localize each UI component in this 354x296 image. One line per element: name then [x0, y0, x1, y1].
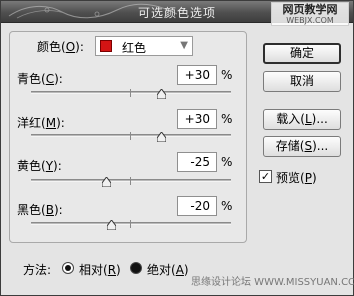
- preview-label: 预览(P): [276, 171, 317, 185]
- preview-checkbox[interactable]: ✓: [259, 170, 272, 183]
- yellow-percent-unit: %: [221, 155, 233, 169]
- black-slider-center-tick: [130, 220, 131, 228]
- relative-label: 相对(R): [79, 263, 121, 277]
- black-percent-unit: %: [221, 199, 233, 213]
- relative-radio[interactable]: [62, 262, 74, 274]
- cyan-value-input[interactable]: +30: [177, 65, 217, 85]
- magenta-percent-unit: %: [221, 112, 233, 126]
- absolute-radio[interactable]: [130, 262, 142, 274]
- load-button[interactable]: 载入(L)...: [263, 109, 341, 130]
- black-slider[interactable]: [31, 220, 231, 230]
- selective-color-dialog: 可选颜色选项 网页教学网 WEBJX.COM 颜色(O): 红色 ▼ 青色(C)…: [0, 0, 354, 296]
- cancel-button[interactable]: 取消: [263, 71, 341, 92]
- checkmark-icon: ✓: [260, 170, 271, 183]
- magenta-slider[interactable]: [31, 132, 231, 142]
- cyan-slider-thumb-icon[interactable]: [157, 89, 166, 99]
- yellow-slider-thumb-icon[interactable]: [102, 177, 111, 187]
- absolute-label: 绝对(A): [147, 263, 189, 277]
- yellow-slider-center-tick: [130, 177, 131, 185]
- save-button[interactable]: 存储(S)...: [263, 136, 341, 157]
- watermark-top-line1: 网页教学网: [282, 3, 338, 16]
- method-label: 方法:: [23, 263, 52, 277]
- magenta-label: 洋红(M):: [17, 116, 65, 130]
- colors-dropdown[interactable]: 红色 ▼: [95, 36, 193, 56]
- cyan-slider-track: [31, 91, 231, 94]
- colors-dropdown-value: 红色: [122, 41, 147, 55]
- magenta-value-input[interactable]: +30: [177, 109, 217, 129]
- watermark-top: 网页教学网 WEBJX.COM: [271, 2, 349, 26]
- cyan-slider[interactable]: [31, 89, 231, 99]
- chevron-down-icon: ▼: [180, 40, 188, 51]
- color-swatch: [100, 40, 112, 52]
- black-label: 黑色(B):: [17, 203, 63, 217]
- black-slider-track: [31, 222, 231, 225]
- yellow-slider-track: [31, 179, 231, 182]
- magenta-slider-center-tick: [130, 132, 131, 140]
- radio-selected-dot-icon: [65, 265, 71, 271]
- ok-button[interactable]: 确定: [263, 43, 341, 64]
- yellow-slider[interactable]: [31, 177, 231, 187]
- magenta-slider-thumb-icon[interactable]: [157, 132, 166, 142]
- yellow-value-input[interactable]: -25: [177, 152, 217, 172]
- colors-label: 颜色(O):: [37, 40, 84, 54]
- black-value-input[interactable]: -20: [177, 196, 217, 216]
- black-slider-thumb-icon[interactable]: [107, 220, 116, 230]
- cyan-slider-center-tick: [130, 89, 131, 97]
- cyan-percent-unit: %: [221, 68, 233, 82]
- cyan-label: 青色(C):: [17, 72, 63, 86]
- yellow-label: 黄色(Y):: [17, 159, 62, 173]
- magenta-slider-track: [31, 134, 231, 137]
- watermark-bottom: 思缘设计论坛 WWW.MISSYUAN.COM: [191, 277, 354, 288]
- watermark-top-line2: WEBJX.COM: [286, 16, 334, 25]
